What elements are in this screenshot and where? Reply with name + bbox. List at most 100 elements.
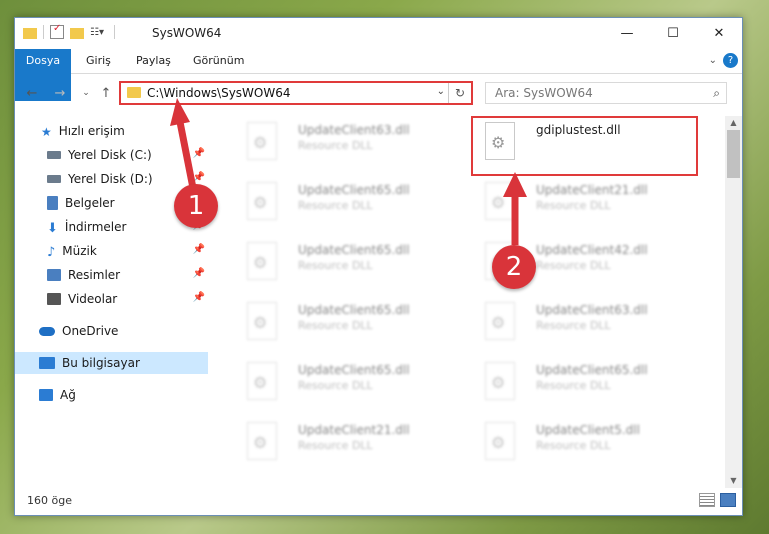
list-item[interactable]: UpdateClient65.dll Resource DLL bbox=[235, 178, 455, 230]
dll-file-icon bbox=[247, 242, 277, 280]
file-description: Resource DLL bbox=[298, 199, 373, 212]
expand-ribbon-icon[interactable]: ⌄ bbox=[709, 55, 717, 66]
address-dropdown-icon[interactable]: ⌄ bbox=[437, 86, 445, 97]
sidebar-item-quick-access[interactable]: ★ Hızlı erişim bbox=[41, 120, 208, 142]
close-button[interactable]: ✕ bbox=[696, 18, 742, 49]
search-icon[interactable]: ⌕ bbox=[713, 86, 720, 101]
refresh-icon[interactable]: ↻ bbox=[448, 83, 471, 103]
star-icon: ★ bbox=[41, 125, 52, 139]
scroll-down-icon[interactable]: ▼ bbox=[725, 474, 742, 488]
sidebar-item-label: Ağ bbox=[60, 388, 76, 402]
details-view-icon[interactable] bbox=[699, 493, 715, 507]
maximize-button[interactable]: ☐ bbox=[650, 18, 696, 49]
vertical-scrollbar[interactable]: ▲ ▼ bbox=[725, 116, 742, 488]
file-description: Resource DLL bbox=[298, 139, 373, 152]
sidebar-item-network[interactable]: Ağ bbox=[39, 384, 208, 406]
search-input[interactable]: Ara: SysWOW64 ⌕ bbox=[485, 82, 727, 104]
sidebar-item-label: Hızlı erişim bbox=[58, 124, 125, 138]
annotation-badge-2: 2 bbox=[492, 245, 536, 289]
file-name: UpdateClient21.dll bbox=[298, 423, 410, 437]
list-item[interactable]: UpdateClient5.dll Resource DLL bbox=[473, 418, 693, 470]
tab-paylas[interactable]: Paylaş bbox=[136, 49, 171, 73]
scroll-up-icon[interactable]: ▲ bbox=[725, 116, 742, 130]
documents-icon bbox=[47, 196, 58, 210]
download-icon: ⬇ bbox=[47, 221, 58, 236]
list-item[interactable]: UpdateClient63.dll Resource DLL bbox=[473, 298, 693, 350]
folder-icon bbox=[127, 87, 141, 98]
ribbon-tabs: Dosya Giriş Paylaş Görünüm ⌄ ? bbox=[15, 49, 742, 101]
folder-icon bbox=[23, 27, 37, 39]
help-icon[interactable]: ? bbox=[723, 53, 738, 68]
new-folder-icon[interactable] bbox=[70, 27, 84, 39]
file-name: UpdateClient65.dll bbox=[298, 303, 410, 317]
pin-icon: 📌 bbox=[192, 148, 205, 159]
sidebar-item-label: OneDrive bbox=[62, 324, 119, 338]
file-name: UpdateClient65.dll bbox=[298, 183, 410, 197]
address-text: C:\Windows\SysWOW64 bbox=[147, 86, 291, 100]
list-item[interactable]: UpdateClient21.dll Resource DLL bbox=[473, 178, 693, 230]
toolbar-separator bbox=[43, 25, 44, 39]
dll-file-icon bbox=[247, 302, 277, 340]
dll-file-icon bbox=[247, 362, 277, 400]
sidebar-item-label: Videolar bbox=[68, 292, 118, 306]
view-toggle bbox=[699, 493, 736, 507]
ribbon-right-controls: ⌄ ? bbox=[709, 53, 738, 68]
properties-icon[interactable]: ✓ bbox=[50, 23, 64, 39]
dll-file-icon bbox=[485, 302, 515, 340]
recent-locations-icon[interactable]: ⌄ bbox=[77, 84, 95, 102]
annotation-badge-1: 1 bbox=[174, 184, 218, 228]
drive-icon bbox=[47, 151, 61, 159]
up-icon[interactable]: ↑ bbox=[97, 84, 115, 102]
sidebar-item-local-disk-c[interactable]: Yerel Disk (C:) 📌 bbox=[47, 144, 208, 166]
pin-icon: 📌 bbox=[192, 292, 205, 303]
file-description: Resource DLL bbox=[298, 439, 373, 452]
tab-giris[interactable]: Giriş bbox=[86, 49, 111, 73]
pin-icon: 📌 bbox=[192, 268, 205, 279]
dll-file-icon bbox=[247, 422, 277, 460]
list-item[interactable]: UpdateClient63.dll Resource DLL bbox=[235, 118, 455, 170]
highlight-box bbox=[471, 116, 698, 176]
navigation-pane: ★ Hızlı erişim Yerel Disk (C:) 📌 Yerel D… bbox=[15, 116, 208, 488]
file-description: Resource DLL bbox=[536, 259, 611, 272]
sidebar-item-pictures[interactable]: Resimler 📌 bbox=[47, 264, 208, 286]
quick-access-toolbar: ✓ ☷▾ bbox=[23, 23, 115, 39]
minimize-button[interactable]: — bbox=[604, 18, 650, 49]
sidebar-item-label: Yerel Disk (D:) bbox=[68, 172, 153, 186]
file-name: UpdateClient63.dll bbox=[536, 303, 648, 317]
sidebar-item-music[interactable]: ♪ Müzik 📌 bbox=[47, 240, 208, 262]
customize-toolbar-icon[interactable]: ☷▾ bbox=[90, 27, 104, 38]
list-item[interactable]: UpdateClient65.dll Resource DLL bbox=[235, 238, 455, 290]
list-item[interactable]: UpdateClient65.dll Resource DLL bbox=[473, 358, 693, 410]
back-icon[interactable]: ← bbox=[23, 84, 41, 102]
large-icons-view-icon[interactable] bbox=[720, 493, 736, 507]
tab-gorunum[interactable]: Görünüm bbox=[193, 49, 244, 73]
list-item[interactable]: UpdateClient65.dll Resource DLL bbox=[235, 298, 455, 350]
navigation-bar: ← → ⌄ ↑ C:\Windows\SysWOW64 ⌄ ↻ Ara: Sys… bbox=[15, 77, 742, 111]
dll-file-icon bbox=[485, 362, 515, 400]
cloud-icon bbox=[39, 326, 55, 336]
file-description: Resource DLL bbox=[536, 319, 611, 332]
sidebar-item-videos[interactable]: Videolar 📌 bbox=[47, 288, 208, 310]
search-placeholder: Ara: SysWOW64 bbox=[495, 86, 593, 100]
item-count: 160 öge bbox=[27, 494, 72, 507]
window-title: SysWOW64 bbox=[152, 26, 222, 40]
sidebar-item-onedrive[interactable]: OneDrive bbox=[39, 320, 208, 342]
music-icon: ♪ bbox=[47, 245, 56, 260]
pictures-icon bbox=[47, 269, 61, 281]
list-item[interactable]: UpdateClient65.dll Resource DLL bbox=[235, 358, 455, 410]
sidebar-item-label: Bu bilgisayar bbox=[62, 356, 140, 370]
file-description: Resource DLL bbox=[298, 259, 373, 272]
scrollbar-thumb[interactable] bbox=[727, 130, 740, 178]
dll-file-icon bbox=[485, 422, 515, 460]
sidebar-item-label: Yerel Disk (C:) bbox=[68, 148, 152, 162]
list-item[interactable]: UpdateClient21.dll Resource DLL bbox=[235, 418, 455, 470]
forward-icon[interactable]: → bbox=[51, 84, 69, 102]
file-description: Resource DLL bbox=[536, 379, 611, 392]
sidebar-item-this-pc[interactable]: Bu bilgisayar bbox=[15, 352, 208, 374]
explorer-window: ✓ ☷▾ SysWOW64 — ☐ ✕ Dosya Giriş Paylaş G… bbox=[14, 17, 743, 516]
address-bar[interactable]: C:\Windows\SysWOW64 ⌄ ↻ bbox=[119, 81, 473, 105]
computer-icon bbox=[39, 357, 55, 369]
videos-icon bbox=[47, 293, 61, 305]
file-name: UpdateClient65.dll bbox=[298, 243, 410, 257]
sidebar-item-label: Resimler bbox=[68, 268, 121, 282]
